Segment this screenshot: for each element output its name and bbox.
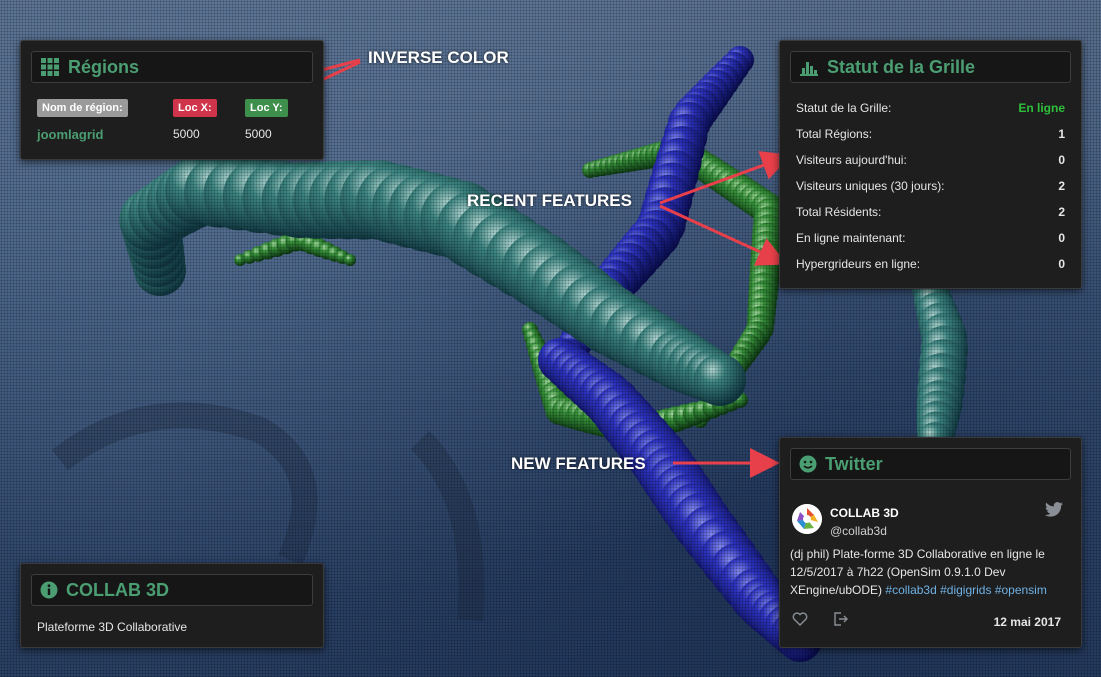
region-name-header: Nom de région:	[37, 99, 128, 117]
status-label: Statut de la Grille:	[796, 101, 892, 115]
status-row-grid: Statut de la Grille: En ligne	[796, 101, 1065, 115]
region-name-link[interactable]: joomlagrid	[37, 127, 103, 142]
grid-status-title: Statut de la Grille	[827, 56, 976, 77]
status-value: 2	[1058, 205, 1065, 219]
grid-icon	[40, 57, 60, 77]
loc-y-value: 5000	[245, 127, 272, 141]
tweet-author-handle[interactable]: @collab3d	[830, 524, 887, 538]
status-row-total-residents: Total Résidents: 2	[796, 205, 1065, 219]
grid-status-header: Statut de la Grille	[790, 51, 1071, 83]
arrow-to-visitors	[659, 151, 792, 205]
status-row-visitors-today: Visiteurs aujourd'hui: 0	[796, 153, 1065, 167]
tweet-text: (dj phil) Plate-forme 3D Collaborative e…	[790, 545, 1072, 599]
regions-panel: Régions Nom de région: Loc X: Loc Y: joo…	[20, 40, 324, 160]
twitter-panel-title: Twitter	[825, 453, 883, 474]
status-label: En ligne maintenant:	[796, 231, 906, 245]
status-value: 0	[1058, 153, 1065, 167]
annotation-inverse-color: INVERSE COLOR	[368, 48, 509, 67]
status-row-unique-visitors: Visiteurs uniques (30 jours): 2	[796, 179, 1065, 193]
tweet-hashtags[interactable]: #collab3d #digigrids #opensim	[885, 583, 1046, 597]
info-icon	[40, 581, 58, 599]
status-row-online-now: En ligne maintenant: 0	[796, 231, 1065, 245]
regions-panel-title: Régions	[68, 56, 140, 77]
smile-icon	[799, 455, 817, 473]
grid-status-panel: Statut de la Grille Statut de la Grille:…	[779, 40, 1082, 289]
heart-icon[interactable]	[792, 612, 808, 631]
status-label: Visiteurs aujourd'hui:	[796, 153, 907, 167]
status-value: 2	[1058, 179, 1065, 193]
share-icon[interactable]	[832, 611, 848, 632]
loc-x-value: 5000	[173, 127, 200, 141]
status-label: Visiteurs uniques (30 jours):	[796, 179, 945, 193]
arrow-to-hypergrid	[659, 204, 788, 266]
twitter-panel-header: Twitter	[790, 448, 1071, 480]
collab-description: Plateforme 3D Collaborative	[37, 620, 188, 634]
bar-chart-icon	[799, 58, 819, 76]
status-value: 0	[1058, 257, 1065, 271]
annotation-recent-features: RECENT FEATURES	[467, 191, 632, 210]
annotation-new-features: NEW FEATURES	[511, 454, 646, 473]
status-label: Hypergrideurs en ligne:	[796, 257, 921, 271]
status-row-hypergriders: Hypergrideurs en ligne: 0	[796, 257, 1065, 271]
status-label: Total Résidents:	[796, 205, 882, 219]
tweet-avatar[interactable]	[792, 504, 822, 534]
collab-panel-title: COLLAB 3D	[66, 579, 169, 600]
status-row-total-regions: Total Régions: 1	[796, 127, 1065, 141]
status-label: Total Régions:	[796, 127, 873, 141]
regions-panel-header: Régions	[31, 51, 313, 83]
collab-panel: COLLAB 3D Plateforme 3D Collaborative	[20, 563, 324, 648]
status-value-online: En ligne	[1018, 101, 1065, 115]
tweet-date[interactable]: 12 mai 2017	[994, 615, 1061, 629]
loc-x-header: Loc X:	[173, 99, 217, 117]
twitter-bird-icon[interactable]	[1045, 502, 1063, 522]
status-value: 0	[1058, 231, 1065, 245]
tweet-author-name[interactable]: COLLAB 3D	[830, 506, 899, 520]
collab-panel-header: COLLAB 3D	[31, 574, 313, 606]
loc-y-header: Loc Y:	[245, 99, 288, 117]
status-value: 1	[1058, 127, 1065, 141]
twitter-panel: Twitter COLLAB 3D @collab3d (dj phil) Pl…	[779, 437, 1082, 648]
